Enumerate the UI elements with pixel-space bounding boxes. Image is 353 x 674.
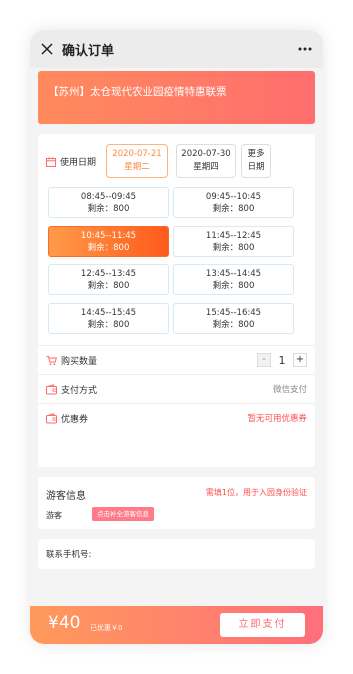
slot-time: 10:45--11:45	[80, 231, 137, 241]
slot-time: 14:45--15:45	[80, 308, 137, 318]
time-slot[interactable]: 15:45--16:45 剩余：800	[173, 303, 294, 334]
phone-frame: 确认订单 【苏州】太仓现代农业园疫情特惠联票 使用日期 2020-07-21 星…	[30, 30, 323, 644]
contact-card: 联系手机号:	[38, 539, 315, 569]
checkout-bar: ¥40 已优惠￥0 立即支付	[30, 606, 323, 644]
more-dots-icon[interactable]	[295, 40, 315, 58]
page-title: 确认订单	[62, 43, 115, 59]
time-slot[interactable]: 09:45--10:45 剩余：800	[173, 187, 294, 218]
quantity-value: 1	[278, 353, 286, 367]
time-slot[interactable]: 14:45--15:45 剩余：800	[48, 303, 169, 334]
time-slot[interactable]: 13:45--14:45 剩余：800	[173, 264, 294, 295]
pay-button[interactable]: 立即支付	[220, 613, 305, 637]
date-option-1-weekday: 星期二	[124, 162, 150, 172]
slot-remaining: 剩余：800	[212, 320, 255, 330]
slot-remaining: 剩余：800	[212, 204, 255, 214]
slot-time: 08:45--09:45	[80, 192, 137, 202]
coupon-icon	[46, 413, 57, 424]
visitor-label: 游客	[46, 511, 62, 520]
more-dates-label-2: 日期	[247, 162, 265, 172]
date-option-2-weekday: 星期四	[193, 162, 219, 172]
slot-remaining: 剩余：800	[87, 320, 130, 330]
coupon-status: 暂无可用优惠券	[247, 414, 307, 424]
slot-remaining: 剩余：800	[87, 243, 130, 253]
slot-remaining: 剩余：800	[87, 204, 130, 214]
booking-card: 使用日期 2020-07-21 星期二 2020-07-30 星期四 更多 日期…	[38, 134, 315, 467]
slot-time: 15:45--16:45	[205, 308, 262, 318]
discount-text: 已优惠￥0	[90, 624, 123, 632]
product-banner: 【苏州】太仓现代农业园疫情特惠联票	[38, 71, 315, 124]
date-option-2-date: 2020-07-30	[181, 149, 231, 159]
date-row: 使用日期 2020-07-21 星期二 2020-07-30 星期四 更多 日期	[38, 144, 315, 180]
coupon-row[interactable]: 优惠券 暂无可用优惠券	[38, 403, 315, 432]
time-slot[interactable]: 08:45--09:45 剩余：800	[48, 187, 169, 218]
increase-button[interactable]: +	[293, 353, 307, 367]
more-dates-button[interactable]: 更多 日期	[241, 144, 271, 178]
slot-remaining: 剩余：800	[87, 281, 130, 291]
time-slot[interactable]: 12:45--13:45 剩余：800	[48, 264, 169, 295]
slot-time: 13:45--14:45	[205, 269, 262, 279]
date-option-1-date: 2020-07-21	[112, 149, 162, 159]
order-content: 【苏州】太仓现代农业园疫情特惠联票 使用日期 2020-07-21 星期二 20…	[30, 68, 323, 606]
quantity-stepper: - 1 +	[257, 352, 307, 368]
date-option-1[interactable]: 2020-07-21 星期二	[106, 144, 168, 178]
visitor-title: 游客信息	[46, 491, 86, 502]
wallet-icon	[46, 384, 57, 395]
slot-remaining: 剩余：800	[212, 281, 255, 291]
nav-bar: 确认订单	[30, 30, 323, 68]
payment-label: 支付方式	[61, 386, 98, 396]
complete-visitor-info-button[interactable]: 点击补全游客信息	[92, 507, 154, 521]
time-slot-selected[interactable]: 10:45--11:45 剩余：800	[48, 226, 169, 257]
more-dates-label-1: 更多	[247, 149, 265, 159]
phone-input[interactable]	[96, 544, 306, 564]
calendar-icon	[46, 157, 56, 167]
coupon-label: 优惠券	[61, 415, 89, 425]
total-price: ¥40	[48, 613, 81, 633]
decrease-button[interactable]: -	[257, 353, 271, 367]
product-title: 【苏州】太仓现代农业园疫情特惠联票	[48, 86, 227, 98]
close-icon[interactable]	[38, 40, 56, 58]
payment-row[interactable]: 支付方式 微信支付	[38, 374, 315, 403]
slot-time: 09:45--10:45	[205, 192, 262, 202]
slot-time: 12:45--13:45	[80, 269, 137, 279]
payment-method: 微信支付	[272, 385, 307, 395]
date-option-2[interactable]: 2020-07-30 星期四	[176, 144, 236, 178]
visitor-card: 游客信息 需填1位，用于入园身份验证 游客 点击补全游客信息	[38, 477, 315, 529]
quantity-label: 购买数量	[61, 357, 98, 367]
slot-remaining: 剩余：800	[212, 243, 255, 253]
visitor-hint: 需填1位，用于入园身份验证	[205, 488, 307, 497]
time-slot[interactable]: 11:45--12:45 剩余：800	[173, 226, 294, 257]
cart-icon	[46, 356, 57, 366]
quantity-row: 购买数量 - 1 +	[38, 345, 315, 374]
date-label: 使用日期	[60, 158, 97, 168]
phone-label: 联系手机号:	[46, 550, 92, 560]
slot-time: 11:45--12:45	[205, 231, 262, 241]
